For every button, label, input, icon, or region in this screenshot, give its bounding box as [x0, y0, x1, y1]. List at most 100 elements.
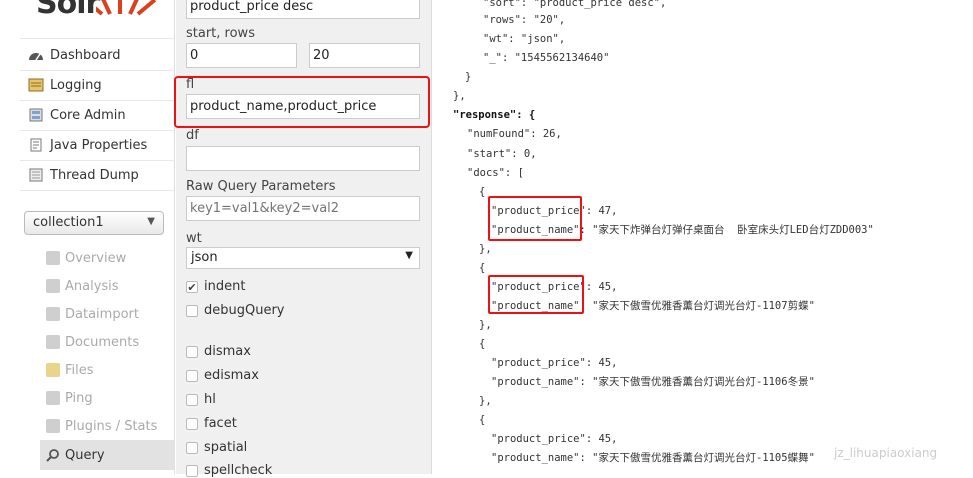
search-icon — [46, 448, 60, 462]
indent-label: indent — [204, 279, 246, 294]
files-icon — [46, 363, 60, 377]
dashboard-icon — [28, 48, 44, 62]
nav-java-properties-label: Java Properties — [50, 137, 148, 153]
chevron-down-icon: ▼ — [405, 250, 413, 261]
response-line: "start": 0, — [467, 148, 537, 160]
spatial-checkbox[interactable]: spatial — [186, 440, 247, 455]
subnav-dataimport-label: Dataimport — [65, 306, 139, 322]
response-line: "product_name": "家天下傲雪优雅香薰台灯调光台灯-1105蝶舞" — [491, 452, 815, 464]
dismax-checkbox[interactable]: dismax — [186, 344, 251, 359]
solr-logo[interactable]: Solr — [36, 0, 100, 21]
response-line: "_": "1545562134640" — [483, 52, 610, 64]
subnav-dataimport[interactable]: Dataimport — [40, 300, 175, 328]
raw-query-label: Raw Query Parameters — [186, 179, 336, 194]
doc2-fields-highlight-box — [488, 275, 584, 314]
query-form: start, rows fl df Raw Query Parameters w… — [176, 0, 432, 478]
hl-label: hl — [204, 392, 216, 407]
response-line: { — [479, 338, 486, 350]
subnav-analysis-label: Analysis — [65, 278, 119, 294]
filter-icon — [46, 279, 60, 293]
sort-input[interactable] — [186, 0, 420, 19]
plugins-icon — [46, 419, 60, 433]
response-line: "wt": "json", — [483, 33, 566, 45]
response-line: "sort": "product_price desc", — [483, 0, 667, 9]
sidebar: Solr Dashboard Logging Core Admin Java P… — [0, 0, 175, 474]
response-line: "rows": "20", — [483, 14, 566, 26]
start-rows-label: start, rows — [186, 26, 255, 41]
documents-icon — [46, 335, 60, 349]
checkbox-box — [186, 393, 198, 406]
response-line: "product_name": "家天下傲雪优雅香薰台灯调光台灯-1106冬景" — [491, 376, 815, 388]
edismax-label: edismax — [204, 368, 259, 383]
checkbox-box — [186, 369, 198, 382]
spellcheck-checkbox[interactable]: spellcheck — [186, 463, 272, 478]
subnav-plugins-stats-label: Plugins / Stats — [65, 418, 158, 434]
dismax-label: dismax — [204, 344, 251, 359]
nav-logging[interactable]: Logging — [0, 70, 175, 100]
hl-checkbox[interactable]: hl — [186, 392, 216, 407]
subnav-files-label: Files — [65, 362, 94, 378]
fl-highlight-box — [174, 76, 430, 128]
response-line: }, — [479, 243, 492, 255]
checkbox-box — [186, 441, 198, 454]
thread-dump-icon — [28, 168, 44, 182]
subnav-overview-label: Overview — [65, 250, 127, 266]
response-line: { — [479, 414, 486, 426]
logging-icon — [28, 78, 44, 92]
nav-thread-dump[interactable]: Thread Dump — [0, 160, 175, 190]
nav-dashboard-label: Dashboard — [50, 47, 121, 63]
facet-label: facet — [204, 416, 237, 431]
response-line: "product_price": 45, — [491, 357, 618, 369]
response-line: "product_price": 45, — [491, 433, 618, 445]
checkbox-box — [186, 304, 198, 317]
collection-selector[interactable]: collection1 ▼ — [24, 211, 164, 235]
nav-core-admin[interactable]: Core Admin — [0, 100, 175, 130]
response-line: "numFound": 26, — [467, 128, 562, 140]
subnav-overview[interactable]: Overview — [40, 244, 175, 272]
df-label: df — [186, 128, 199, 143]
response-line: { — [479, 186, 486, 198]
checkmark-icon: ✔ — [186, 280, 198, 294]
debugquery-label: debugQuery — [204, 303, 285, 318]
nav-core-admin-label: Core Admin — [50, 107, 126, 123]
start-input[interactable] — [186, 43, 297, 68]
response-line: }, — [479, 319, 492, 331]
subnav-files[interactable]: Files — [40, 356, 175, 384]
wt-label: wt — [186, 231, 202, 246]
solr-logo-sun-icon — [96, 0, 156, 18]
edismax-checkbox[interactable]: edismax — [186, 368, 259, 383]
nav-dashboard[interactable]: Dashboard — [0, 40, 175, 70]
subnav-ping-label: Ping — [65, 390, 93, 406]
rows-input[interactable] — [309, 43, 420, 68]
debugquery-checkbox[interactable]: debugQuery — [186, 303, 285, 318]
response-panel: "sort": "product_price desc", "rows": "2… — [433, 0, 973, 474]
checkbox-box — [186, 417, 198, 430]
watermark: jz_lihuapiaoxiang — [834, 446, 938, 460]
ping-icon — [46, 391, 60, 405]
core-admin-icon — [28, 108, 44, 122]
chevron-down-icon: ▼ — [147, 216, 155, 227]
java-properties-icon — [28, 138, 44, 152]
nav-logging-label: Logging — [50, 77, 102, 93]
dataimport-icon — [46, 307, 60, 321]
raw-query-input[interactable] — [186, 196, 420, 221]
response-line: }, — [479, 395, 492, 407]
subnav-documents[interactable]: Documents — [40, 328, 175, 356]
subnav-analysis[interactable]: Analysis — [40, 272, 175, 300]
subnav-ping[interactable]: Ping — [40, 384, 175, 412]
checkbox-box — [186, 345, 198, 358]
df-input[interactable] — [186, 146, 420, 171]
subnav-query[interactable]: Query — [40, 440, 175, 470]
indent-checkbox[interactable]: ✔ indent — [186, 279, 245, 294]
wt-select[interactable]: json ▼ — [186, 247, 420, 269]
nav-java-properties[interactable]: Java Properties — [0, 130, 175, 160]
subnav-query-label: Query — [65, 447, 105, 463]
spellcheck-label: spellcheck — [204, 463, 273, 478]
nav-thread-dump-label: Thread Dump — [50, 167, 139, 183]
doc1-fields-highlight-box — [488, 196, 582, 241]
wt-select-value: json — [191, 250, 218, 265]
subnav-documents-label: Documents — [65, 334, 140, 350]
checkbox-box — [186, 464, 198, 477]
subnav-plugins-stats[interactable]: Plugins / Stats — [40, 412, 175, 440]
facet-checkbox[interactable]: facet — [186, 416, 237, 431]
